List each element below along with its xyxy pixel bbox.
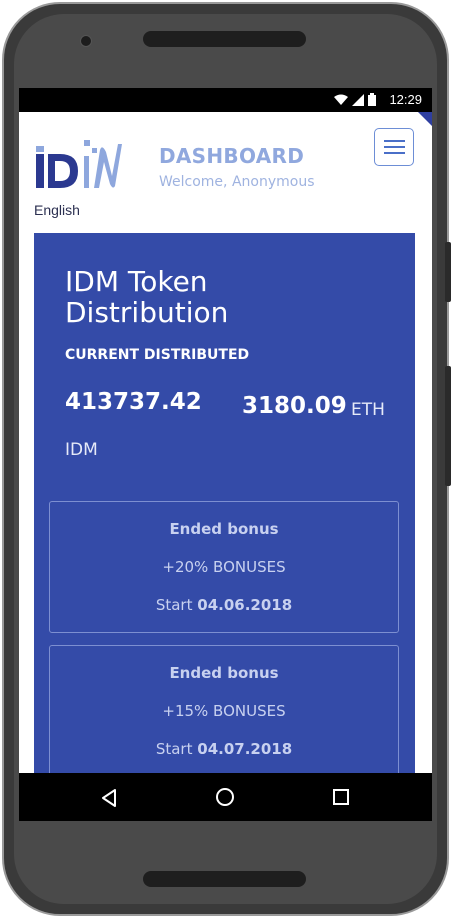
hamburger-icon-line	[384, 152, 405, 154]
bonus-card: Ended bonus +20% BONUSES Start 04.06.201…	[49, 501, 399, 633]
status-icons	[334, 93, 376, 106]
language-selector[interactable]: English	[34, 202, 80, 218]
menu-button[interactable]	[374, 128, 414, 166]
welcome-text: Welcome, Anonymous	[159, 174, 315, 190]
bonus-card: Ended bonus +15% BONUSES Start 04.07.201…	[49, 645, 399, 773]
distribution-panel: IDM Token Distribution CURRENT DISTRIBUT…	[34, 233, 415, 773]
hamburger-icon	[384, 140, 405, 142]
idm-logo	[36, 140, 122, 188]
volume-button	[445, 242, 451, 302]
eth-amount: 3180.09	[242, 393, 347, 419]
battery-icon	[368, 93, 376, 106]
earpiece-speaker	[143, 31, 306, 47]
bonus-start-label: Start	[155, 740, 193, 758]
status-time: 12:29	[389, 92, 422, 107]
bonus-start: Start 04.06.2018	[50, 596, 398, 614]
front-camera	[80, 35, 92, 47]
bonus-percent: +20% BONUSES	[162, 558, 286, 576]
idm-amount: 413737.42	[65, 389, 202, 415]
app-content: English DASHBOARD Welcome, Anonymous IDM…	[19, 112, 432, 773]
bonus-start-label: Start	[155, 596, 193, 614]
bonus-start: Start 04.07.2018	[50, 740, 398, 758]
power-button	[445, 366, 451, 486]
corner-ribbon	[418, 112, 432, 126]
distribution-title: IDM Token Distribution	[65, 265, 229, 329]
wifi-icon	[334, 94, 348, 105]
home-icon[interactable]	[216, 788, 234, 806]
bonus-start-date: 04.06.2018	[197, 596, 293, 614]
bottom-speaker	[143, 871, 306, 887]
recent-apps-icon[interactable]	[333, 789, 349, 805]
signal-icon	[352, 93, 364, 106]
back-icon[interactable]	[101, 789, 117, 807]
hamburger-icon-line	[384, 146, 405, 148]
current-distributed-label: CURRENT DISTRIBUTED	[65, 347, 250, 363]
eth-unit: ETH	[351, 400, 385, 420]
screen: 12:29 English DASHBOARD Welcome, Anonymo…	[19, 88, 432, 821]
bonus-status: Ended bonus	[169, 664, 279, 682]
bonus-start-date: 04.07.2018	[197, 740, 293, 758]
bonus-status: Ended bonus	[169, 520, 279, 538]
navigation-bar	[19, 773, 432, 821]
idm-unit: IDM	[65, 440, 98, 460]
bonus-percent: +15% BONUSES	[162, 702, 286, 720]
page-title: DASHBOARD	[159, 144, 305, 168]
status-bar: 12:29	[19, 88, 432, 112]
